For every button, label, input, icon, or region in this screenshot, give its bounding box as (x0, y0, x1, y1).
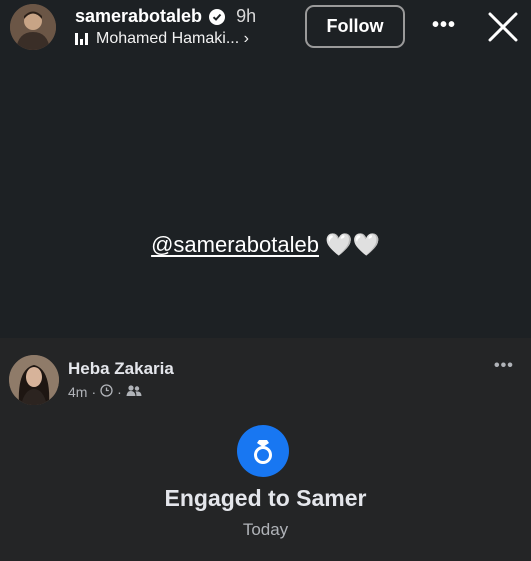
heart-emoji: 🤍🤍 (325, 232, 380, 257)
music-label: Mohamed Hamaki... › (96, 30, 249, 47)
more-options-icon[interactable]: ••• (432, 15, 456, 35)
music-attribution[interactable]: Mohamed Hamaki... › (75, 30, 249, 48)
life-event-date: Today (242, 520, 289, 539)
post-time[interactable]: 4m (68, 384, 87, 400)
meta-separator: · (91, 384, 97, 400)
story-username[interactable]: samerabotaleb 9h (75, 6, 256, 27)
author-avatar-image (9, 355, 59, 405)
avatar-image (10, 4, 56, 50)
engagement-ring-icon (237, 425, 289, 477)
audio-bars-icon (75, 33, 88, 45)
follow-button[interactable]: Follow (305, 5, 405, 48)
story-time: 9h (236, 6, 257, 26)
mention-handle[interactable]: @samerabotaleb (151, 232, 319, 257)
friends-audience-icon (126, 384, 142, 400)
username-text: samerabotaleb (75, 6, 203, 26)
shared-post-card[interactable]: Heba Zakaria 4m · · ••• Engaged to Samer… (0, 338, 531, 561)
close-icon[interactable] (486, 10, 520, 44)
post-more-options-icon[interactable]: ••• (494, 358, 514, 374)
story-header-area: samerabotaleb 9h Mohamed Hamaki... › Fol… (0, 0, 531, 338)
clock-icon (100, 384, 113, 400)
post-meta: 4m · · (68, 384, 142, 400)
post-author-avatar[interactable] (9, 355, 59, 405)
post-author-name[interactable]: Heba Zakaria (68, 359, 174, 379)
meta-separator: · (117, 384, 122, 400)
mention-sticker[interactable]: @samerabotaleb 🤍🤍 (0, 232, 531, 258)
verified-badge-icon (209, 8, 226, 25)
profile-avatar[interactable] (10, 4, 56, 50)
life-event-title: Engaged to Samer (164, 485, 367, 511)
